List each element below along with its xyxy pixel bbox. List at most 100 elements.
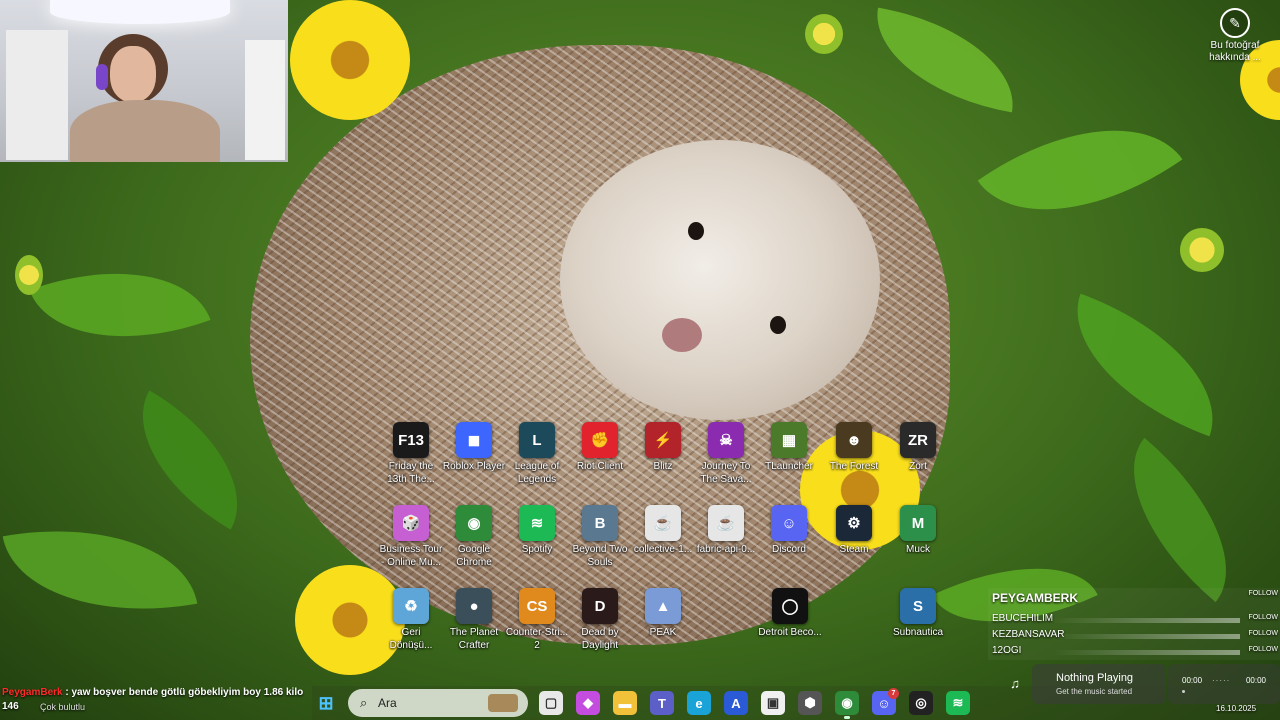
taskbar-task-view-icon[interactable]: ▢ — [539, 691, 563, 715]
tlauncher-icon: ▦ — [771, 422, 807, 458]
wallpaper-bud — [1180, 228, 1224, 272]
desktop-icon-zort[interactable]: ZR Zort — [886, 422, 950, 473]
desktop-icon-label: The Planet Crafter — [449, 627, 499, 651]
desktop-icon-detroit-beco[interactable]: ◯ Detroit Beco... — [758, 588, 822, 639]
follow-label: FOLLOW — [1248, 630, 1278, 637]
taskbar-app-blue-icon[interactable]: A — [724, 691, 748, 715]
desktop-icon-collective-1[interactable]: ☕ collective-1... — [631, 505, 695, 556]
hedgehog-eye — [770, 316, 786, 334]
desktop-icon-discord[interactable]: ☺ Discord — [757, 505, 821, 556]
blitz-icon: ⚡ — [645, 422, 681, 458]
wallpaper-flower — [290, 0, 410, 120]
desktop-icon-peak[interactable]: ▲ PEAK — [631, 588, 695, 639]
desktop-icon-blitz[interactable]: ⚡ Blitz — [631, 422, 695, 473]
peak-icon: ▲ — [645, 588, 681, 624]
desktop-icon-steam[interactable]: ⚙ Steam — [822, 505, 886, 556]
chat-username: PeygamBerk — [2, 687, 63, 698]
about-photo-button[interactable]: ✎ Bu fotoğraf hakkında ... — [1200, 8, 1270, 64]
follow-row: EBUCEHILIM FOLLOW — [992, 612, 1278, 628]
taskbar-spotify-icon[interactable]: ≋ — [946, 691, 970, 715]
fabric-api-0-icon: ☕ — [708, 505, 744, 541]
wallpaper-leaf — [1049, 293, 1241, 437]
desktop-icon-muck[interactable]: M Muck — [886, 505, 950, 556]
desktop-icon-subnautica[interactable]: S Subnautica — [886, 588, 950, 639]
desktop-icon-journey-to-the-sava[interactable]: ☠ Journey To The Sava... — [694, 422, 758, 486]
desktop-icon-spotify[interactable]: ≋ Spotify — [505, 505, 569, 556]
desktop-icon-label: Muck — [906, 544, 930, 555]
taskbar-obs-icon[interactable]: ◎ — [909, 691, 933, 715]
taskbar-chrome-icon[interactable]: ◉ — [835, 691, 859, 719]
progress-marker — [1182, 690, 1185, 693]
webcam-overlay — [0, 0, 288, 162]
desktop-icon-google-chrome[interactable]: ◉ Google Chrome — [442, 505, 506, 569]
desktop-icon-label: Discord — [772, 544, 806, 555]
search-placeholder: Ara — [378, 696, 397, 710]
now-playing-widget[interactable]: Nothing Playing Get the music started — [1032, 664, 1166, 704]
zort-icon: ZR — [900, 422, 936, 458]
wardrobe — [6, 30, 68, 160]
taskbar-teams-icon[interactable]: T — [650, 691, 674, 715]
follow-label: FOLLOW — [1248, 614, 1278, 621]
now-playing-subtitle: Get the music started — [1056, 687, 1133, 696]
beyond-two-souls-icon: B — [582, 505, 618, 541]
desktop-icon-label: Blitz — [653, 461, 673, 472]
desktop-icon-label: TLauncher — [765, 461, 813, 472]
wallpaper-leaf — [29, 235, 211, 375]
shelf — [245, 40, 285, 160]
ceiling-light — [50, 0, 230, 24]
friday-the-13th-the-icon: F13 — [393, 422, 429, 458]
hedgehog-nose — [662, 318, 702, 352]
desktop-icon-label: Subnautica — [892, 627, 944, 638]
search-highlight-image — [488, 694, 518, 712]
desktop-icon-label: Riot Client — [576, 461, 624, 472]
follow-label: FOLLOW — [1248, 646, 1278, 653]
desktop-icon-beyond-two-souls[interactable]: B Beyond Two Souls — [568, 505, 632, 569]
follow-bar — [1052, 618, 1240, 623]
follow-bar — [1052, 650, 1240, 655]
desktop-icon-label: Counter-Stri... 2 — [505, 627, 569, 651]
subnautica-icon: S — [900, 588, 936, 624]
desktop-icon-fabric-api-0[interactable]: ☕ fabric-api-0... — [694, 505, 758, 556]
taskbar-edge-icon[interactable]: e — [687, 691, 711, 715]
time-start: 00:00 — [1182, 676, 1203, 685]
desktop-icon-tlauncher[interactable]: ▦ TLauncher — [757, 422, 821, 473]
time-end: 00:00 — [1245, 676, 1266, 685]
spotify-icon: ≋ — [519, 505, 555, 541]
desktop-icon-friday-the-13th-the[interactable]: F13 Friday the 13th The... — [379, 422, 443, 486]
desktop-icon-league-of-legends[interactable]: L League of Legends — [505, 422, 569, 486]
desktop-icon-label: Journey To The Sava... — [700, 461, 752, 485]
notification-badge: 7 — [888, 688, 899, 699]
search-box[interactable]: ⌕ Ara — [348, 689, 528, 717]
taskbar-copilot-icon[interactable]: ◆ — [576, 691, 600, 715]
camera-icon: ✎ — [1220, 8, 1250, 38]
follow-label: FOLLOW — [1248, 590, 1278, 597]
follow-bar — [1052, 634, 1240, 639]
clock-date[interactable]: 16.10.2025 — [1216, 704, 1256, 713]
desktop-icon-counter-stri-2[interactable]: CS Counter-Stri... 2 — [505, 588, 569, 652]
taskbar-app-dark-icon[interactable]: ⬢ — [798, 691, 822, 715]
taskbar-file-explorer-icon[interactable]: ▬ — [613, 691, 637, 715]
progress-dots: ····· — [1212, 676, 1231, 685]
desktop-icon-the-planet-crafter[interactable]: ● The Planet Crafter — [442, 588, 506, 652]
desktop-icon-label: fabric-api-0... — [696, 544, 756, 555]
streamer-face — [110, 46, 156, 102]
desktop-icon-geri-d-n[interactable]: ♻ Geri Dönüşü... — [379, 588, 443, 652]
desktop-icon-business-tour-online-mu[interactable]: 🎲 Business Tour - Online Mu... — [379, 505, 443, 569]
desktop-icon-the-forest[interactable]: ☻ The Forest — [822, 422, 886, 473]
the-forest-icon: ☻ — [836, 422, 872, 458]
desktop-icon-roblox-player[interactable]: ◼ Roblox Player — [442, 422, 506, 473]
music-note-icon[interactable]: ♫ — [1006, 676, 1024, 694]
wallpaper-leaf — [1093, 437, 1267, 603]
taskbar-discord-icon[interactable]: ☺ 7 — [872, 688, 899, 715]
desktop-icon-label: Spotify — [521, 544, 553, 555]
taskbar-store-icon[interactable]: ▣ — [761, 691, 785, 715]
search-icon: ⌕ — [360, 695, 368, 710]
desktop-icon-riot-client[interactable]: ✊ Riot Client — [568, 422, 632, 473]
journey-to-the-sava-icon: ☠ — [708, 422, 744, 458]
start-button[interactable]: ⊞ — [314, 691, 338, 715]
desktop-icon-dead-by-daylight[interactable]: D Dead by Daylight — [568, 588, 632, 652]
headset-icon — [96, 64, 108, 90]
about-photo-label: Bu fotoğraf hakkında ... — [1209, 40, 1261, 63]
follow-name: EBUCEHILIM — [992, 613, 1054, 624]
follow-name: 12OGI — [992, 645, 1022, 656]
